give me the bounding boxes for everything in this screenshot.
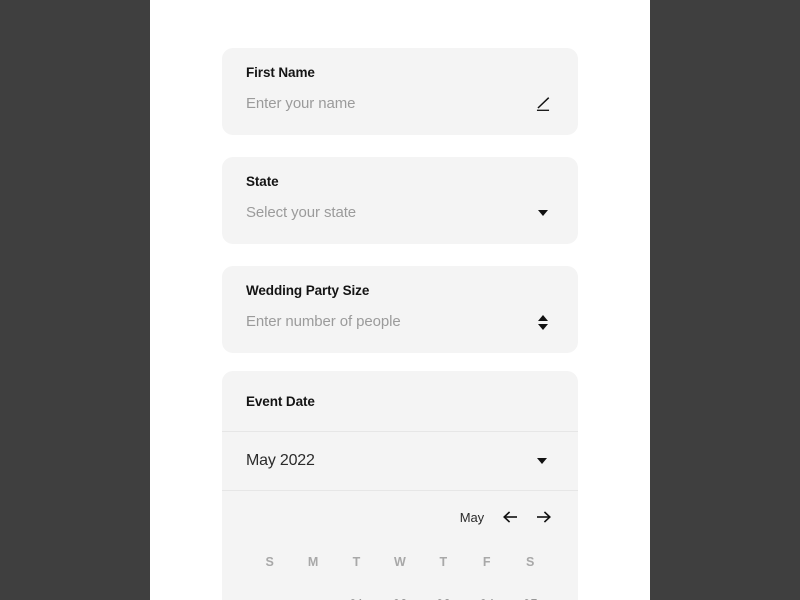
state-value-row[interactable]: Select your state bbox=[246, 202, 554, 224]
weekday-cell: S bbox=[265, 555, 274, 569]
day-cell[interactable]: 01 bbox=[335, 596, 378, 600]
field-card-first-name[interactable]: First Name Enter your name bbox=[222, 48, 578, 135]
wedding-party-size-label: Wedding Party Size bbox=[246, 283, 370, 298]
calendar-month-label: May bbox=[459, 509, 484, 525]
day-cell[interactable]: 05 bbox=[509, 596, 552, 600]
month-year-select[interactable]: May 2022 bbox=[222, 432, 578, 490]
wedding-party-size-value-row[interactable]: Enter number of people bbox=[246, 311, 554, 333]
weekday-cell: M bbox=[307, 555, 319, 569]
first-name-label: First Name bbox=[246, 65, 315, 80]
calendar-nav: May bbox=[248, 491, 552, 532]
arrow-left-icon[interactable] bbox=[502, 508, 520, 526]
weekday-cell: T bbox=[439, 555, 448, 569]
calendar: May S M T W T F S bbox=[222, 491, 578, 600]
day-cell-empty bbox=[248, 596, 291, 600]
wedding-party-size-input[interactable]: Enter number of people bbox=[246, 312, 401, 332]
field-card-wedding-party-size[interactable]: Wedding Party Size Enter number of peopl… bbox=[222, 266, 578, 353]
weekday-cell: W bbox=[393, 555, 406, 569]
state-select[interactable]: Select your state bbox=[246, 203, 356, 223]
weekday-cell: S bbox=[526, 555, 535, 569]
stepper-up-icon[interactable] bbox=[538, 314, 548, 321]
state-label: State bbox=[246, 174, 279, 189]
chevron-down-icon-month[interactable] bbox=[531, 450, 553, 472]
field-card-event-date: Event Date May 2022 May S M T W T F S bbox=[222, 371, 578, 600]
day-cell[interactable]: 02 bbox=[378, 596, 421, 600]
first-name-value-row[interactable]: Enter your name bbox=[246, 93, 554, 115]
day-cell[interactable]: 04 bbox=[465, 596, 508, 600]
calendar-day-row: 01 02 03 04 05 bbox=[248, 570, 552, 600]
pencil-icon[interactable] bbox=[532, 93, 554, 115]
calendar-weekday-row: S M T W T F S bbox=[248, 532, 552, 570]
event-date-header: Event Date bbox=[222, 371, 578, 431]
stepper-down-icon[interactable] bbox=[538, 323, 548, 330]
month-year-value[interactable]: May 2022 bbox=[246, 452, 315, 470]
weekday-cell: T bbox=[352, 555, 361, 569]
event-date-label: Event Date bbox=[246, 394, 315, 409]
stepper-icon[interactable] bbox=[532, 311, 554, 333]
chevron-down-icon-state[interactable] bbox=[532, 202, 554, 224]
weekday-cell: F bbox=[482, 555, 491, 569]
day-cell-empty bbox=[291, 596, 334, 600]
day-cell[interactable]: 03 bbox=[422, 596, 465, 600]
first-name-input[interactable]: Enter your name bbox=[246, 94, 355, 114]
field-card-state[interactable]: State Select your state bbox=[222, 157, 578, 244]
app-panel: First Name Enter your name State Select … bbox=[150, 0, 650, 600]
arrow-right-icon[interactable] bbox=[534, 508, 552, 526]
